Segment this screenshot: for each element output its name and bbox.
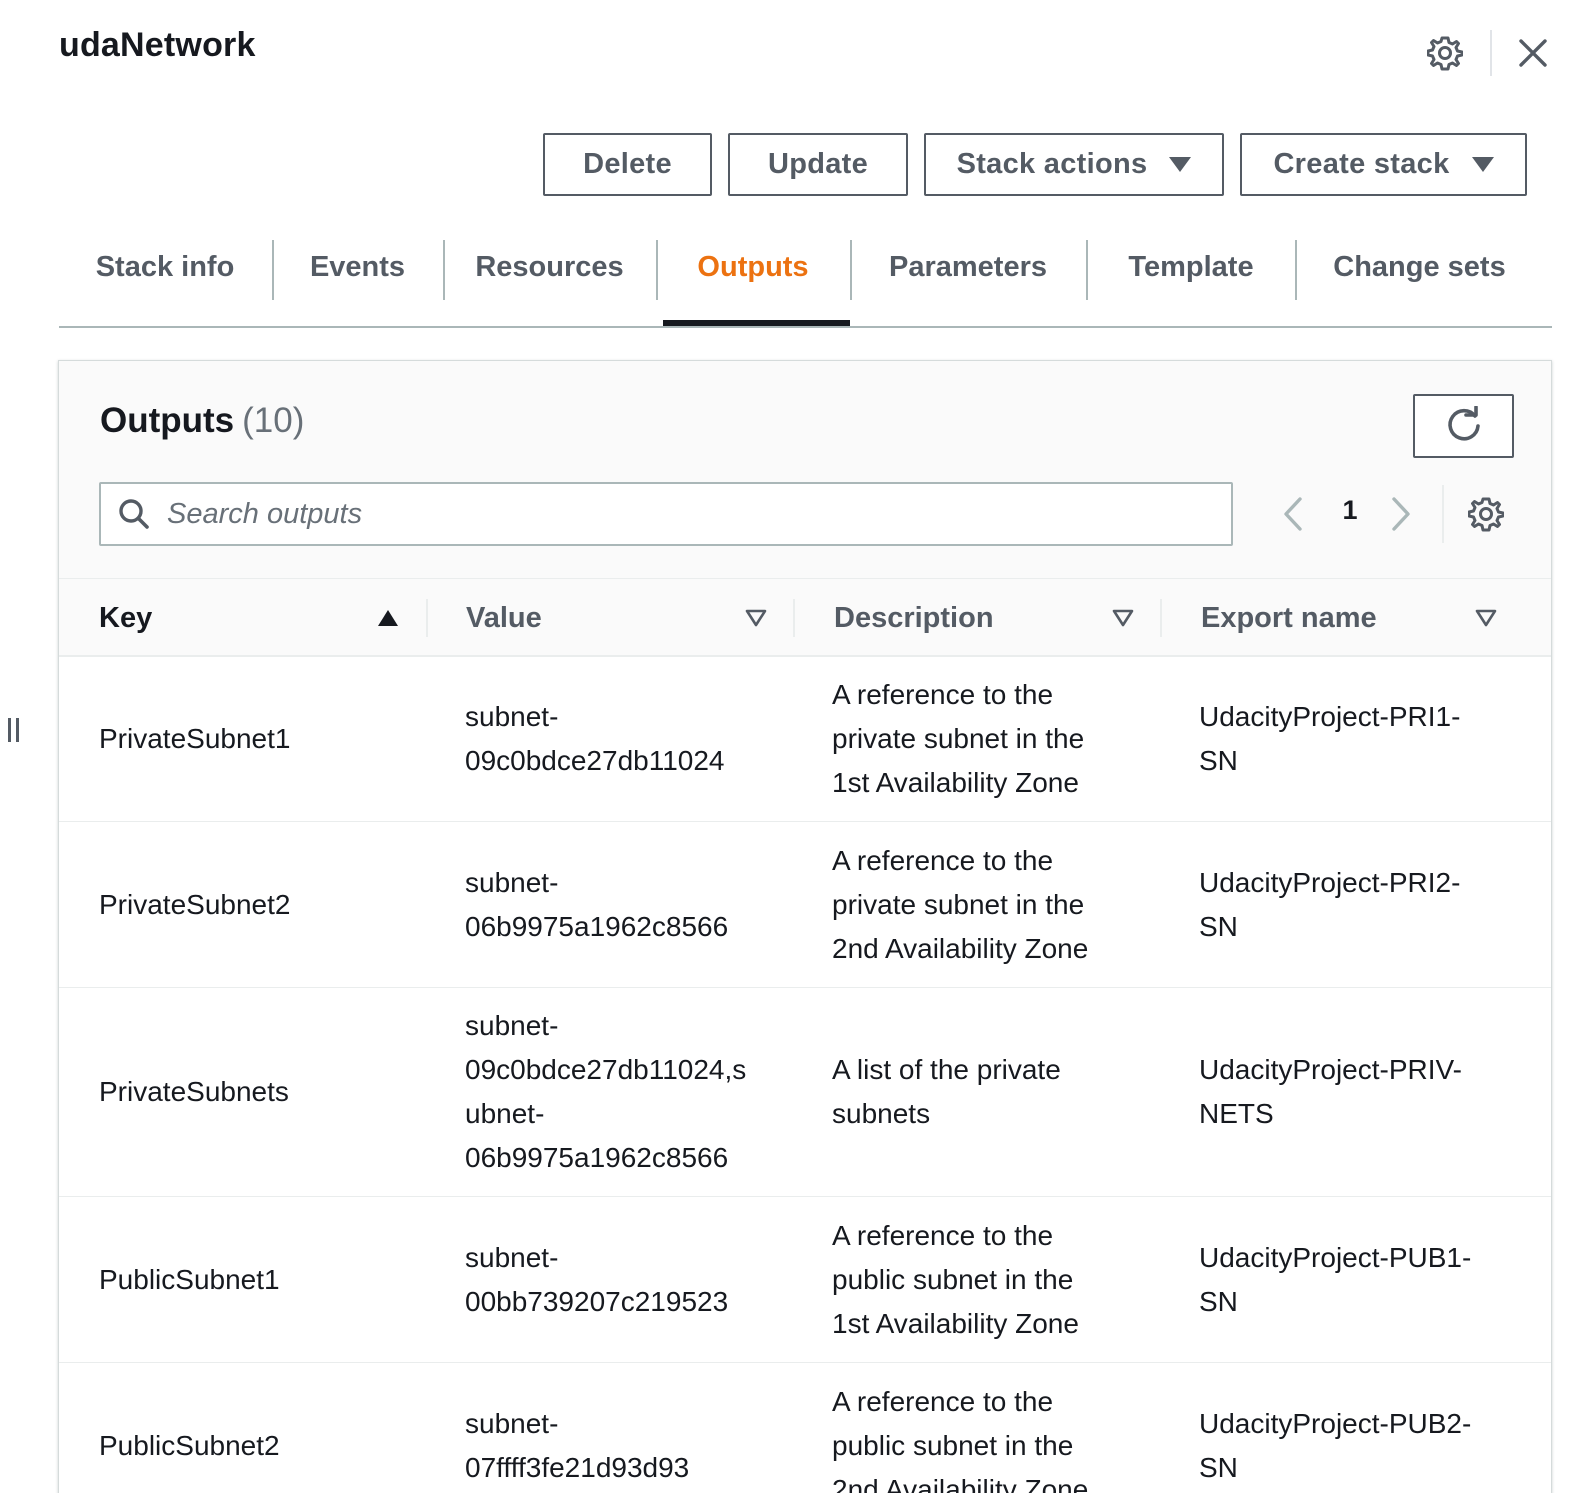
column-header-value[interactable]: Value [466, 579, 766, 657]
delete-button[interactable]: Delete [543, 133, 712, 196]
cell-key: PublicSubnet1 [99, 1263, 280, 1295]
table-row: PrivateSubnets subnet- 09c0bdce27db11024,… [59, 988, 1551, 1197]
table-header: Key Value Description Export name [59, 579, 1551, 657]
page-number[interactable]: 1 [1335, 495, 1365, 526]
refresh-icon [1447, 406, 1480, 441]
stack-title: udaNetwork [59, 26, 256, 64]
header-divider [1490, 30, 1492, 76]
tab-bar: Stack info Events Resources Outputs Para… [59, 236, 1552, 328]
cell-key: PrivateSubnet1 [99, 723, 291, 754]
cell-key: PrivateSubnet2 [99, 888, 291, 920]
caret-down-icon [1471, 157, 1494, 172]
outputs-container: Outputs (10) Search outputs 1 Key Value … [58, 360, 1552, 1493]
column-header-export-name[interactable]: Export name [1201, 579, 1501, 657]
tab-label: Events [309, 250, 406, 283]
tab-label: Parameters [889, 250, 1047, 283]
column-separator [793, 599, 795, 637]
table-row: PublicSubnet1 subnet- 00bb739207c219523 A… [59, 1197, 1551, 1363]
outputs-header: Outputs (10) Search outputs 1 [59, 361, 1551, 579]
tab-template[interactable]: Template [1088, 236, 1294, 298]
tabs-bottom-border [59, 326, 1552, 328]
tab-outputs[interactable]: Outputs [658, 236, 848, 298]
search-input[interactable] [165, 496, 1205, 532]
table-row: PrivateSubnet1 subnet- 09c0bdce27db11024 … [59, 657, 1551, 822]
tab-label: Template [1128, 250, 1254, 283]
column-header-label: Key [99, 601, 153, 634]
cell-key: PublicSubnet2 [99, 1429, 280, 1461]
column-header-label: Description [834, 601, 994, 634]
search-box[interactable] [99, 482, 1233, 546]
cell-value: subnet- 06b9975a1962c8566 [465, 866, 729, 942]
sort-ascending-icon[interactable] [377, 609, 399, 627]
create-stack-dropdown[interactable]: Create stack [1240, 133, 1527, 196]
stack-actions-dropdown[interactable]: Stack actions [924, 133, 1224, 196]
tab-change-sets[interactable]: Change sets [1297, 236, 1542, 298]
cell-export-name: UdacityProject-PRI2- SN [1199, 866, 1461, 942]
tab-label: Outputs [697, 250, 809, 283]
cell-export-name: UdacityProject-PRI1- SN [1199, 701, 1461, 776]
tab-label: Change sets [1333, 250, 1506, 283]
cell-export-name: UdacityProject-PUB2- SN [1199, 1407, 1472, 1483]
table-row: PublicSubnet2 subnet- 07ffff3fe21d93d93 A… [59, 1363, 1551, 1493]
delete-button-label: Delete [583, 148, 672, 180]
gear-icon[interactable] [1424, 32, 1466, 74]
column-header-label: Value [466, 601, 542, 634]
tab-label: Resources [475, 250, 624, 283]
panel-resize-handle[interactable] [8, 718, 26, 742]
cell-description: A reference to the public subnet in the 1s… [832, 1219, 1079, 1339]
preferences-gear-icon[interactable] [1464, 492, 1508, 536]
outputs-title: Outputs [100, 401, 235, 440]
update-button-label: Update [767, 148, 869, 180]
active-tab-indicator [663, 320, 850, 326]
tab-parameters[interactable]: Parameters [852, 236, 1084, 298]
cell-value: subnet- 09c0bdce27db11024,s ubnet- 06b9975a… [465, 1010, 747, 1173]
sort-icon[interactable] [745, 609, 767, 627]
caret-down-icon [1169, 157, 1192, 172]
close-icon[interactable] [1512, 32, 1554, 74]
tab-label: Stack info [95, 250, 235, 283]
column-header-description[interactable]: Description [834, 579, 1134, 657]
create-stack-label: Create stack [1273, 148, 1450, 180]
tab-events[interactable]: Events [274, 236, 441, 298]
search-icon [117, 497, 151, 531]
chevron-left-icon[interactable] [1275, 494, 1311, 534]
tab-stack-info[interactable]: Stack info [59, 236, 271, 298]
stack-actions-label: Stack actions [956, 148, 1148, 180]
update-button[interactable]: Update [728, 133, 908, 196]
cell-description: A reference to the private subnet in the 2… [832, 844, 1089, 964]
cell-export-name: UdacityProject-PRIV- NETS [1199, 1054, 1462, 1129]
cell-value: subnet- 09c0bdce27db11024 [465, 701, 725, 776]
cell-key: PrivateSubnets [99, 1076, 289, 1107]
table-row: PrivateSubnet2 subnet- 06b9975a1962c8566 … [59, 822, 1551, 988]
tab-resources[interactable]: Resources [445, 236, 654, 298]
column-separator [426, 599, 428, 637]
cell-value: subnet- 07ffff3fe21d93d93 [465, 1407, 690, 1483]
stack-details-panel: udaNetwork Delete Update Stack actions C… [0, 0, 1596, 1493]
column-separator [1160, 599, 1162, 637]
outputs-count: (10) [242, 401, 305, 440]
sort-icon[interactable] [1112, 609, 1134, 627]
cell-export-name: UdacityProject-PUB1- SN [1199, 1241, 1472, 1317]
cell-description: A reference to the private subnet in the 1… [832, 679, 1085, 798]
chevron-right-icon[interactable] [1383, 494, 1419, 534]
sort-icon[interactable] [1475, 609, 1497, 627]
cell-description: A list of the private subnets [832, 1054, 1061, 1129]
refresh-button[interactable] [1413, 394, 1514, 458]
column-header-key[interactable]: Key [99, 579, 419, 657]
column-header-label: Export name [1201, 601, 1377, 634]
cell-value: subnet- 00bb739207c219523 [465, 1241, 729, 1317]
outputs-heading: Outputs (10) [100, 401, 304, 441]
cell-description: A reference to the public subnet in the 2n… [832, 1385, 1089, 1493]
pager-divider [1442, 485, 1444, 543]
